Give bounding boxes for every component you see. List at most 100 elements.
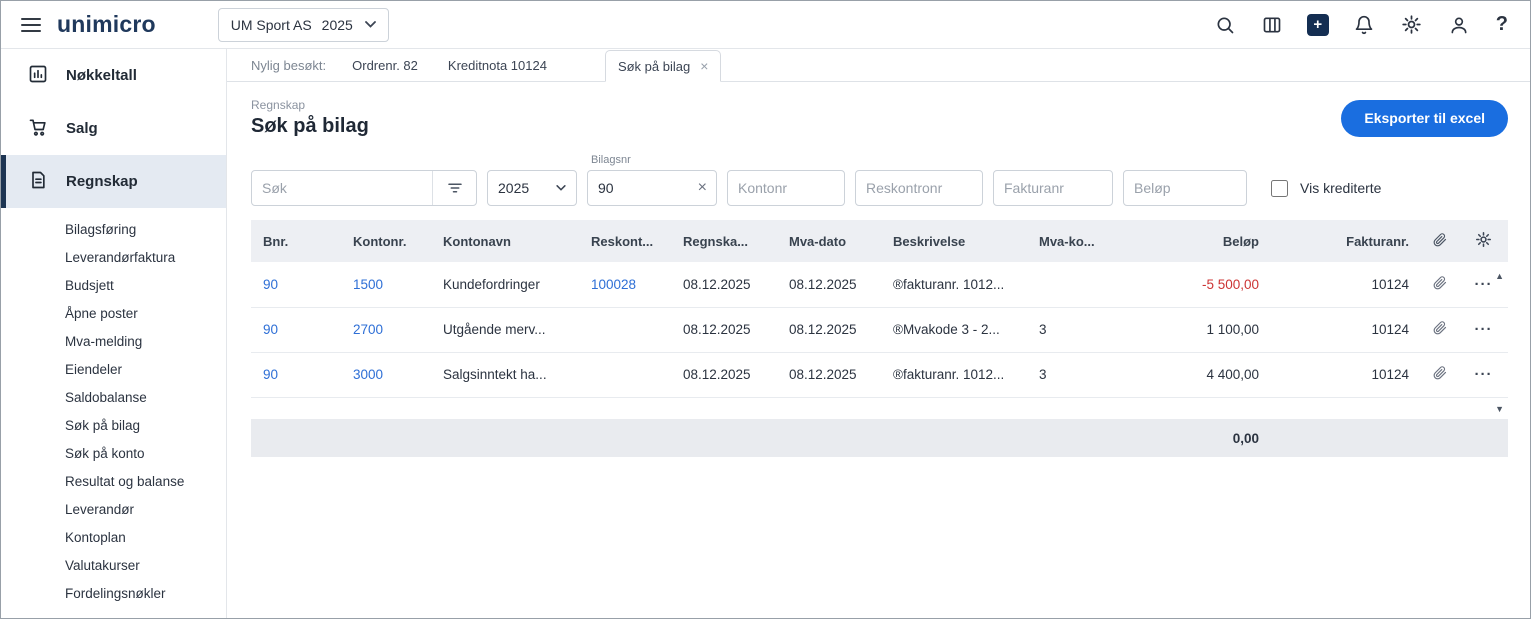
vis-krediterte-checkbox-wrap: Vis krediterte	[1267, 177, 1381, 200]
sidebar-subitem-resultat-og-balanse[interactable]: Resultat og balanse	[1, 468, 226, 496]
kontonr-input[interactable]	[727, 170, 845, 206]
sidebar-subitem-valutakurser[interactable]: Valutakurser	[1, 552, 226, 580]
table-row[interactable]: 90 3000 Salgsinntekt ha... 08.12.2025 08…	[251, 352, 1508, 397]
vis-krediterte-checkbox[interactable]	[1271, 180, 1288, 197]
cell-beskrivelse: ®Mvakode 3 - 2...	[881, 307, 1027, 352]
close-icon[interactable]: ×	[700, 58, 708, 74]
belop-input[interactable]	[1123, 170, 1247, 206]
cell-regnskapsdato: 08.12.2025	[671, 262, 777, 307]
sidebar-subitem-leverandorfaktura[interactable]: Leverandørfaktura	[1, 244, 226, 272]
sidebar-subitem-mva-melding[interactable]: Mva-melding	[1, 328, 226, 356]
sidebar-subitem-sok-pa-bilag[interactable]: Søk på bilag	[1, 412, 226, 440]
recent-tabbar: Nylig besøkt: Ordrenr. 82 Kreditnota 101…	[227, 49, 1530, 82]
col-header-regnskapsdato[interactable]: Regnska...	[671, 220, 777, 262]
filter-icon[interactable]	[432, 171, 476, 205]
search-box	[251, 170, 477, 206]
cell-bnr[interactable]: 90	[251, 352, 341, 397]
page-title: Søk på bilag	[251, 115, 369, 138]
clear-icon[interactable]: ×	[694, 179, 711, 197]
sidebar-item-regnskap[interactable]: Regnskap	[1, 155, 226, 208]
cell-bnr[interactable]: 90	[251, 262, 341, 307]
sidebar-subitem-eiendeler[interactable]: Eiendeler	[1, 356, 226, 384]
export-to-excel-button[interactable]: Eksporter til excel	[1341, 100, 1508, 137]
fakturanr-input[interactable]	[993, 170, 1113, 206]
table-row[interactable]: 90 2700 Utgående merv... 08.12.2025 08.1…	[251, 307, 1508, 352]
row-menu-icon[interactable]: ···	[1475, 276, 1493, 293]
cell-kontonr[interactable]: 2700	[341, 307, 431, 352]
help-icon[interactable]: ?	[1494, 11, 1510, 38]
cell-regnskapsdato: 08.12.2025	[671, 307, 777, 352]
sidebar-item-salg[interactable]: Salg	[1, 102, 226, 155]
recent-item-kreditnota[interactable]: Kreditnota 10124	[448, 58, 547, 73]
col-header-mva-dato[interactable]: Mva-dato	[777, 220, 881, 262]
sidebar-item-label: Regnskap	[66, 173, 138, 190]
col-header-kontonr[interactable]: Kontonr.	[341, 220, 431, 262]
sidebar-subitem-leverandor[interactable]: Leverandør	[1, 496, 226, 524]
reskontronr-input[interactable]	[855, 170, 983, 206]
sidebar-subitem-saldobalanse[interactable]: Saldobalanse	[1, 384, 226, 412]
sidebar-subitem-apne-poster[interactable]: Åpne poster	[1, 300, 226, 328]
bilagsnr-field-wrap: Bilagsnr ×	[587, 170, 717, 206]
sidebar-subitem-sok-pa-konto[interactable]: Søk på konto	[1, 440, 226, 468]
scroll-down-icon[interactable]: ▼	[1493, 403, 1506, 416]
chevron-down-icon	[556, 185, 566, 191]
bell-icon[interactable]	[1352, 13, 1376, 37]
col-header-beskrivelse[interactable]: Beskrivelse	[881, 220, 1027, 262]
sidebar-subitem-fordelingsnokler[interactable]: Fordelingsnøkler	[1, 580, 226, 608]
col-header-reskontro[interactable]: Reskont...	[579, 220, 671, 262]
table-header-row: Bnr. Kontonr. Kontonavn Reskont... Regns…	[251, 220, 1508, 262]
sidebar: Nøkkeltall Salg Regnskap Bilagsføring Le…	[1, 49, 227, 618]
panel-icon[interactable]	[1260, 13, 1284, 37]
company-selector[interactable]: UM Sport AS 2025	[218, 8, 389, 42]
paperclip-icon	[1433, 233, 1447, 247]
recent-item-ordrenr[interactable]: Ordrenr. 82	[352, 58, 418, 73]
cell-reskontro[interactable]: 100028	[579, 262, 671, 307]
col-header-settings[interactable]	[1459, 220, 1508, 262]
company-name: UM Sport AS	[231, 17, 312, 33]
paperclip-icon[interactable]	[1433, 276, 1447, 293]
scroll-up-icon[interactable]: ▲	[1493, 270, 1506, 283]
col-header-kontonavn[interactable]: Kontonavn	[431, 220, 579, 262]
col-header-belop[interactable]: Beløp	[1137, 220, 1271, 262]
breadcrumb[interactable]: Regnskap	[251, 98, 369, 112]
row-menu-icon[interactable]: ···	[1475, 321, 1493, 338]
sidebar-subitem-budsjett[interactable]: Budsjett	[1, 272, 226, 300]
paperclip-icon[interactable]	[1433, 366, 1447, 383]
cell-kontonr[interactable]: 3000	[341, 352, 431, 397]
year-select[interactable]: 2025	[487, 170, 577, 206]
topbar: unimicro UM Sport AS 2025 + ?	[1, 1, 1530, 49]
cell-fakturanr: 10124	[1271, 307, 1421, 352]
tab-label: Søk på bilag	[618, 59, 690, 74]
search-icon[interactable]	[1213, 13, 1237, 37]
sidebar-subitem-kontoplan[interactable]: Kontoplan	[1, 524, 226, 552]
hamburger-menu-icon[interactable]	[21, 12, 43, 38]
gear-icon[interactable]	[1399, 12, 1424, 37]
sidebar-item-label: Salg	[66, 120, 98, 137]
bar-chart-icon	[28, 64, 48, 88]
add-new-icon[interactable]: +	[1307, 14, 1329, 36]
sidebar-item-label: Nøkkeltall	[66, 67, 137, 84]
cell-regnskapsdato: 08.12.2025	[671, 352, 777, 397]
col-header-mva-kode[interactable]: Mva-ko...	[1027, 220, 1137, 262]
paperclip-icon[interactable]	[1433, 321, 1447, 338]
col-header-fakturanr[interactable]: Fakturanr.	[1271, 220, 1421, 262]
cell-mva-dato: 08.12.2025	[777, 307, 881, 352]
year-select-value: 2025	[498, 180, 529, 196]
cell-bnr[interactable]: 90	[251, 307, 341, 352]
tab-sok-pa-bilag[interactable]: Søk på bilag ×	[605, 50, 721, 82]
sidebar-subitem-bilagsforing[interactable]: Bilagsføring	[1, 216, 226, 244]
topbar-actions: + ?	[1213, 11, 1510, 38]
cell-reskontro	[579, 352, 671, 397]
cell-mva-kode: 3	[1027, 307, 1137, 352]
col-header-bnr[interactable]: Bnr.	[251, 220, 341, 262]
cell-mva-dato: 08.12.2025	[777, 352, 881, 397]
user-icon[interactable]	[1447, 13, 1471, 37]
table-row[interactable]: 90 1500 Kundefordringer 100028 08.12.202…	[251, 262, 1508, 307]
sidebar-subnav-regnskap: Bilagsføring Leverandørfaktura Budsjett …	[1, 216, 226, 608]
row-menu-icon[interactable]: ···	[1475, 366, 1493, 383]
search-input[interactable]	[252, 180, 432, 196]
ledger-document-icon	[28, 170, 48, 194]
cell-kontonr[interactable]: 1500	[341, 262, 431, 307]
sidebar-item-nokkeltall[interactable]: Nøkkeltall	[1, 49, 226, 102]
company-year: 2025	[322, 17, 353, 33]
